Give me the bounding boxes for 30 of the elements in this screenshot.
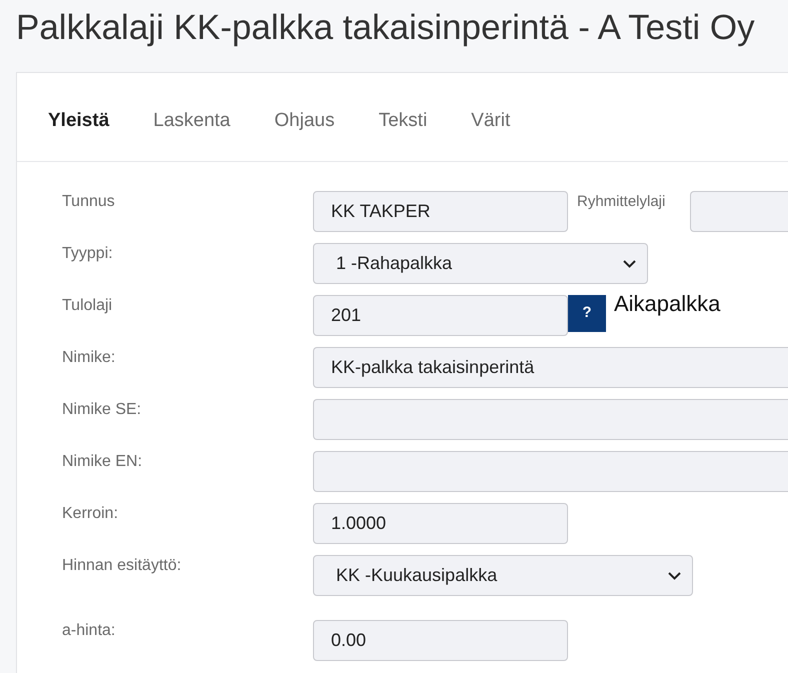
tab[interactable]: Laskenta [131, 108, 252, 134]
field-label: Tyyppi: [62, 244, 114, 264]
chevron-down-icon [668, 572, 682, 580]
input-field[interactable]: 1.0000 [313, 503, 568, 544]
field-label: Nimike SE: [62, 400, 142, 420]
dropdown[interactable]: KK -Kuukausipalkka [313, 555, 694, 596]
field-label: a-hinta: [62, 621, 116, 641]
input-field[interactable]: 201 [313, 295, 568, 336]
input-field[interactable]: KK TAKPER [313, 191, 568, 232]
tab[interactable]: Teksti [356, 108, 450, 134]
field-label: Tulolaji [62, 296, 114, 316]
description-text: Aikapalkka [614, 291, 720, 317]
input-field[interactable] [313, 399, 788, 440]
chevron-down-icon [623, 260, 636, 268]
tab[interactable]: Ohjaus [252, 108, 357, 134]
input-field[interactable] [690, 191, 788, 232]
help-button[interactable]: ? [568, 295, 606, 332]
field-label: Nimike: [62, 348, 116, 368]
field-label: Tunnus [62, 192, 116, 212]
page-title: Palkkalaji KK-palkka takaisinperintä - A Testi Oy [16, 7, 756, 49]
field-label: Nimike EN: [62, 452, 144, 472]
tab[interactable]: Yleistä [26, 108, 132, 134]
input-field[interactable]: KK-palkka takaisinperintä [313, 347, 788, 388]
field-label: Kerroin: [62, 504, 120, 524]
dropdown[interactable]: 1 -Rahapalkka [313, 243, 648, 284]
field-label: Hinnan esitäyttö: [62, 556, 182, 576]
field-label: Ryhmittelylaji [577, 192, 666, 212]
input-field[interactable] [313, 451, 788, 492]
tab[interactable]: Värit [449, 108, 532, 134]
input-field[interactable]: 0.00 [313, 620, 568, 661]
